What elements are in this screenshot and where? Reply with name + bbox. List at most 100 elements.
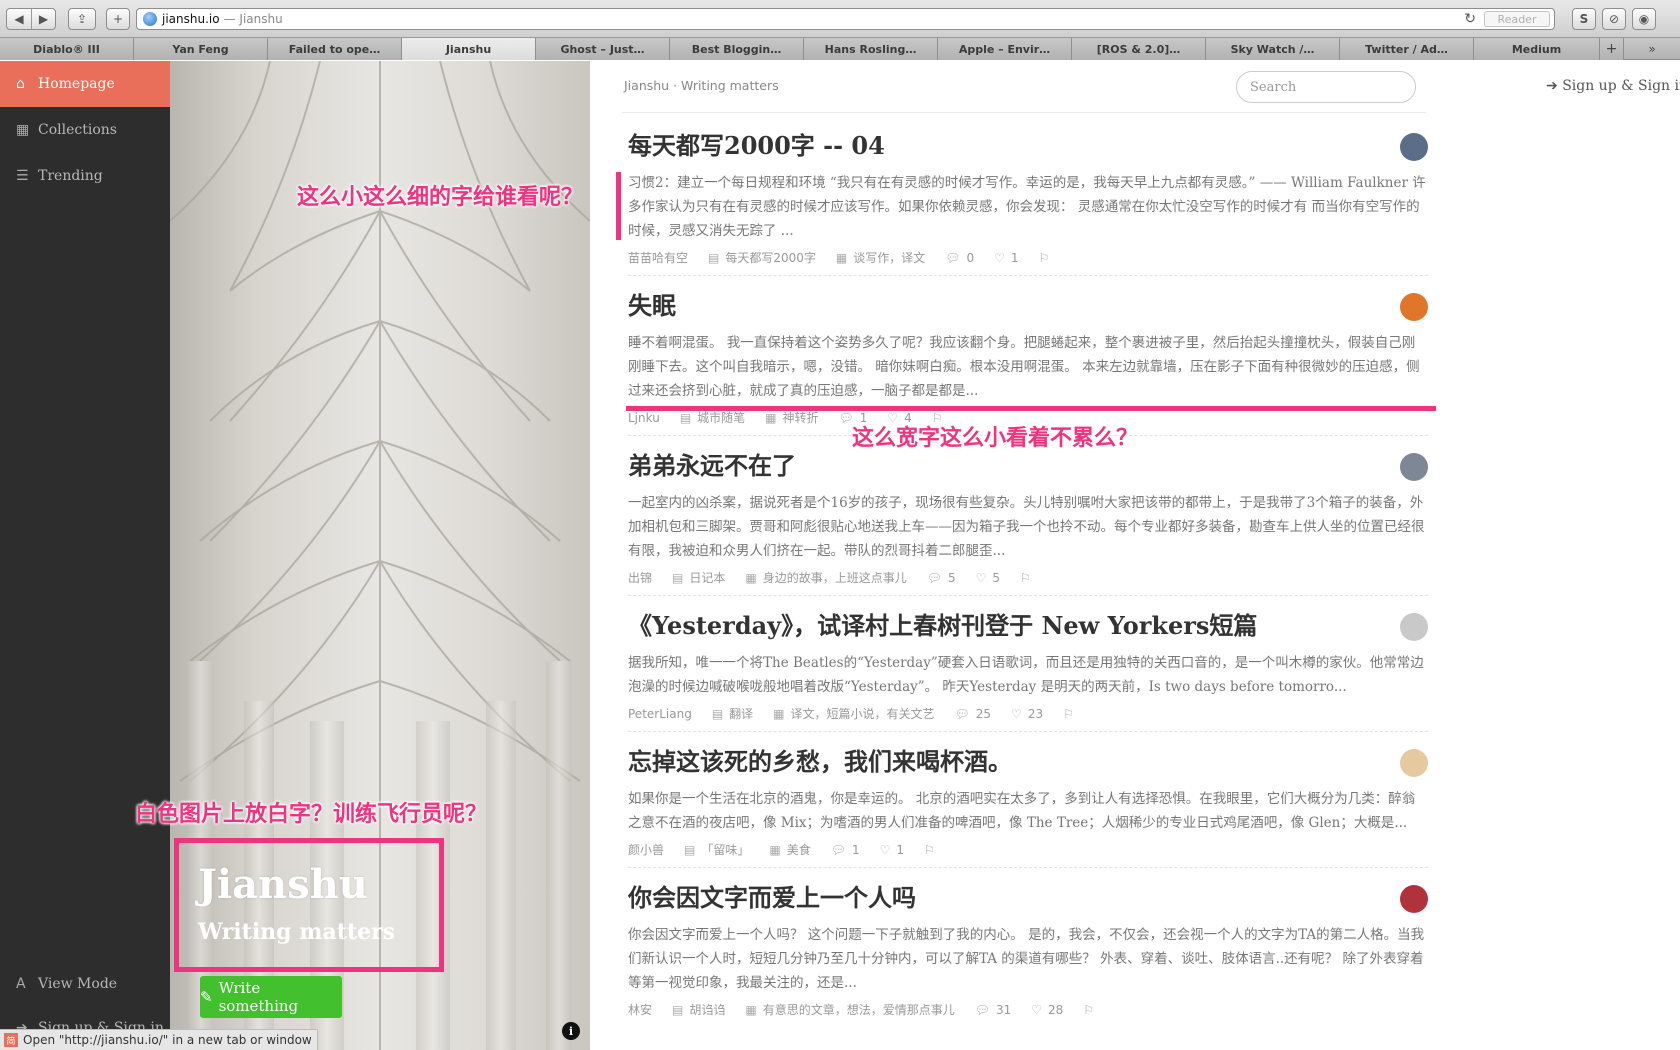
article-abstract: 习惯2：建立一个每日规程和环境 “我只有在有灵感的时候才写作。幸运的是，我每天早… [628, 175, 1426, 239]
share-button[interactable]: ⇪ [68, 8, 96, 30]
new-tab-button[interactable]: + [106, 8, 130, 30]
tab-sky-watch[interactable]: Sky Watch /… [1206, 38, 1340, 60]
collection-names[interactable]: 译文，短篇小说，有关文艺 [791, 705, 935, 722]
author-avatar[interactable] [1400, 885, 1428, 913]
heart-icon: ♡ [975, 570, 987, 585]
tab-ghost[interactable]: Ghost – Just… [536, 38, 670, 60]
notebook-icon: ▤ [672, 1002, 684, 1017]
notebook-name[interactable]: 翻译 [729, 705, 753, 722]
author-name[interactable]: PeterLiang [628, 707, 692, 721]
notebook-icon: ▤ [684, 842, 696, 857]
notebook-name[interactable]: 城市随笔 [697, 409, 745, 426]
reload-icon[interactable]: ↻ [1464, 11, 1476, 27]
notebook-icon: ▤ [679, 410, 692, 425]
tab-medium[interactable]: Medium [1474, 38, 1600, 60]
notebook-name[interactable]: 日记本 [689, 569, 725, 586]
collection-names[interactable]: 身边的故事，上班这点事儿 [763, 569, 907, 586]
annotation-underline [626, 406, 1436, 411]
notebook-name[interactable]: 胡诌诌 [689, 1001, 725, 1018]
notebook-name[interactable]: 每天都写2000字 [725, 249, 816, 266]
tab-hans-rosling[interactable]: Hans Rosling… [804, 38, 938, 60]
author-name[interactable]: 颜小兽 [628, 841, 664, 858]
sidebar-item-collections[interactable]: ▦ Collections [0, 107, 170, 153]
back-arrow-icon[interactable]: ◀ [7, 9, 31, 29]
notebook-icon: ▤ [708, 250, 720, 265]
article-abstract: 你会因文字而爱上一个人吗？ 这个问题一下子就触到了我的内心。 是的，我会，不仅会… [628, 927, 1425, 991]
block-icon: ⊘ [1608, 12, 1620, 26]
tab-diablo[interactable]: Diablo® III [0, 38, 134, 60]
heart-icon: ♡ [1031, 1002, 1043, 1017]
article-title[interactable]: 《Yesterday》，试译村上春树刊登于 New Yorkers短篇 [628, 609, 1428, 643]
bookmark-icon[interactable]: ⚐ [1083, 1003, 1094, 1017]
sidebar-item-trending[interactable]: ☰ Trending [0, 153, 170, 199]
author-avatar[interactable] [1400, 293, 1428, 321]
author-avatar[interactable] [1400, 133, 1428, 161]
author-avatar[interactable] [1400, 613, 1428, 641]
evernote-button[interactable]: ◉ [1632, 8, 1656, 30]
author-avatar[interactable] [1400, 749, 1428, 777]
article-title[interactable]: 失眠 [628, 289, 1428, 323]
author-name[interactable]: Ljnku [628, 411, 660, 425]
annotation-white-on-white: 白色图片上放白字？训练飞行员呢？ [135, 802, 488, 827]
notebook-icon: ▤ [711, 706, 724, 721]
view-mode-label: View Mode [38, 976, 118, 992]
article-title[interactable]: 你会因文字而爱上一个人吗 [628, 881, 1428, 915]
url-host: jianshu.io [162, 12, 220, 26]
heart-icon: ♡ [994, 250, 1005, 265]
block-extension-button[interactable]: ⊘ [1602, 8, 1626, 30]
bookmark-icon[interactable]: ⚐ [1039, 251, 1050, 265]
sidebar: ⌂ Homepage ▦ Collections ☰ Trending A Vi… [0, 61, 170, 1050]
author-name[interactable]: 苗苗哈有空 [628, 249, 688, 266]
article-divider [628, 595, 1428, 596]
article-meta: PeterLiang ▤ 翻译 ▦ 译文，短篇小说，有关文艺 💬︎ 25 ♡ 23 ⚐ [628, 705, 1428, 722]
top-sign-in-link[interactable]: ➔ Sign up & Sign in [1546, 78, 1680, 94]
comment-icon: 💬︎ [926, 570, 942, 585]
author-name[interactable]: 出锦 [628, 569, 652, 586]
site-brand[interactable]: Jianshu · Writing matters [624, 78, 779, 93]
comment-count: 31 [995, 1002, 1012, 1017]
tab-apple-environment[interactable]: Apple – Envir… [938, 38, 1072, 60]
tab-failed[interactable]: Failed to ope… [268, 38, 402, 60]
font-icon: A [16, 976, 26, 992]
tab-jianshu[interactable]: Jianshu [402, 38, 536, 60]
tab-twitter[interactable]: Twitter / Ad… [1340, 38, 1474, 60]
add-tab-button[interactable]: + [1600, 38, 1624, 60]
collection-names[interactable]: 谈写作，译文 [853, 249, 925, 266]
collection-icon: ▦ [745, 570, 757, 585]
author-avatar[interactable] [1400, 453, 1428, 481]
comment-icon: 💬︎ [974, 1002, 990, 1017]
back-forward-buttons[interactable]: ◀ ▶ [6, 8, 56, 30]
bookmark-icon[interactable]: ⚐ [1063, 707, 1074, 721]
extension-s-button[interactable]: S [1572, 8, 1596, 30]
annotation-wide-text: 这么宽字这么小看着不累么？ [852, 426, 1139, 451]
article-title[interactable]: 弟弟永远不在了 [628, 449, 1428, 483]
author-name[interactable]: 林安 [628, 1001, 652, 1018]
notebook-name[interactable]: 「留味」 [701, 841, 749, 858]
article-meta: 林安 ▤ 胡诌诌 ▦ 有意思的文章，想法，爱情那点事儿 💬︎ 31 ♡ 28 ⚐ [628, 1001, 1428, 1018]
tab-best-blogging[interactable]: Best Bloggin… [670, 38, 804, 60]
like-count: 1 [896, 842, 905, 857]
address-bar[interactable]: jianshu.io — Jianshu ↻ Reader [136, 8, 1555, 30]
notebook-icon: ▤ [672, 570, 684, 585]
forward-arrow-icon[interactable]: ▶ [31, 9, 55, 29]
status-text: Open "http://jianshu.io/" in a new tab o… [23, 1033, 312, 1047]
sidebar-item-homepage[interactable]: ⌂ Homepage [0, 61, 170, 107]
collection-names[interactable]: 有意思的文章，想法，爱情那点事儿 [763, 1001, 955, 1018]
main-content: Jianshu · Writing matters Search ➔ Sign … [590, 61, 1680, 1050]
collection-names[interactable]: 美食 [787, 841, 811, 858]
bookmark-icon[interactable]: ⚐ [924, 843, 935, 857]
collection-names[interactable]: 神转折 [783, 409, 819, 426]
like-count: 1 [1010, 250, 1019, 265]
bookmark-icon[interactable]: ⚐ [1020, 571, 1031, 585]
tab-overflow-button[interactable]: » [1624, 38, 1680, 59]
reader-button[interactable]: Reader [1484, 11, 1550, 27]
article-title[interactable]: 每天都写2000字 -- 04 [628, 129, 1428, 163]
tab-yan-feng[interactable]: Yan Feng [134, 38, 268, 60]
tab-ros[interactable]: [ROS & 2.0]… [1072, 38, 1206, 60]
info-icon[interactable]: i [562, 1022, 580, 1040]
heart-icon: ♡ [879, 842, 891, 857]
article-title[interactable]: 忘掉这该死的乡愁，我们来喝杯酒。 [628, 745, 1428, 779]
view-mode-button[interactable]: A View Mode [0, 962, 170, 1006]
search-input[interactable]: Search [1236, 71, 1416, 103]
write-something-button[interactable]: ✎ Write something [200, 976, 342, 1018]
